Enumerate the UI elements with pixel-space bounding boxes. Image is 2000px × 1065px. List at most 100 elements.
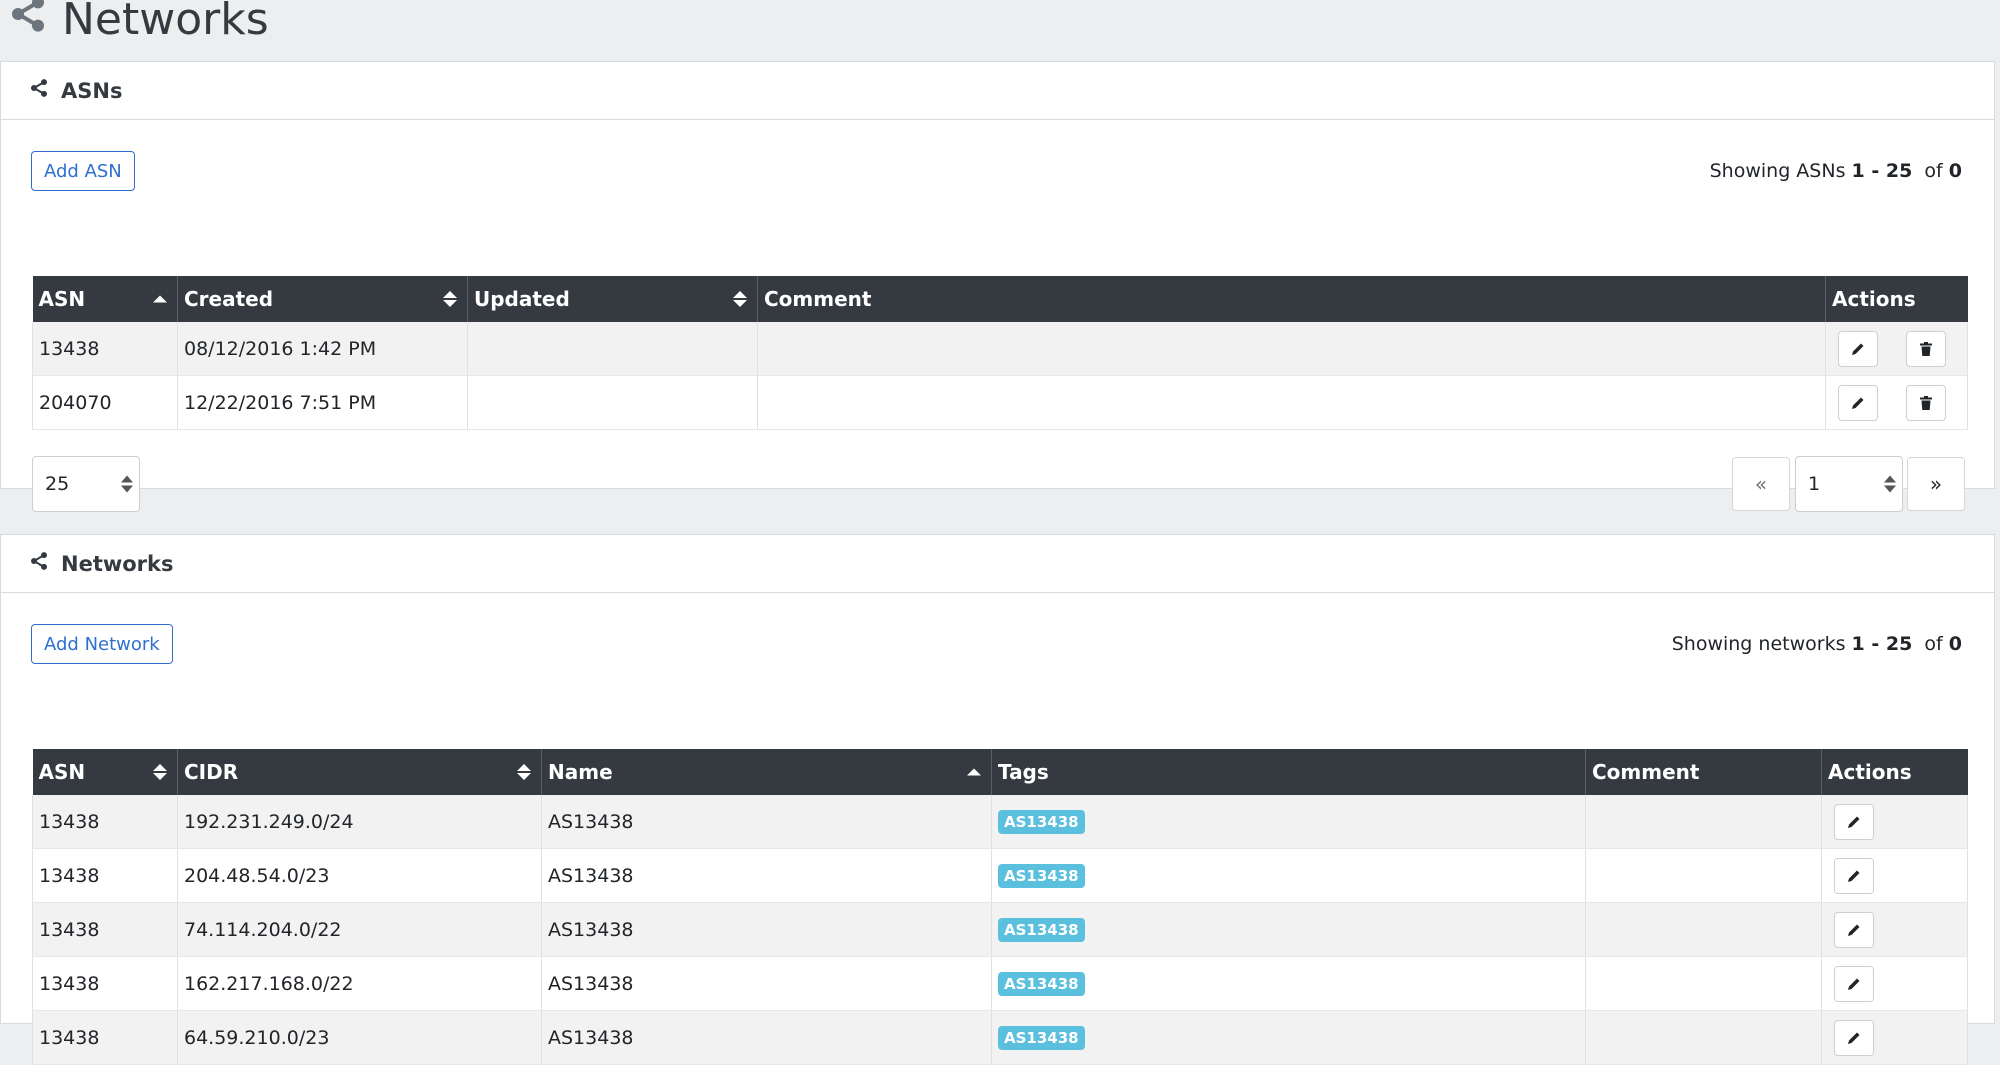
cell-updated xyxy=(467,375,758,430)
table-row: 13438 74.114.204.0/22 AS13438 AS13438 xyxy=(32,902,1968,957)
cell-comment xyxy=(1585,902,1822,957)
edit-button[interactable] xyxy=(1838,384,1878,421)
cell-comment xyxy=(1585,1010,1822,1065)
cell-comment xyxy=(1585,956,1822,1011)
cell-tags: AS13438 xyxy=(991,956,1586,1011)
edit-button[interactable] xyxy=(1834,965,1874,1002)
cell-cidr: 64.59.210.0/23 xyxy=(177,1010,542,1065)
cell-actions xyxy=(1821,956,1968,1011)
per-page-select[interactable]: 25 xyxy=(32,456,140,512)
asns-panel-title: ASNs xyxy=(61,78,123,103)
edit-button[interactable] xyxy=(1834,1019,1874,1056)
cell-tags: AS13438 xyxy=(991,1010,1586,1065)
cell-asn: 13438 xyxy=(32,322,178,376)
cell-actions xyxy=(1821,848,1968,903)
column-header-updated[interactable]: Updated xyxy=(467,276,758,322)
cell-asn: 13438 xyxy=(32,848,178,903)
column-header-actions: Actions xyxy=(1825,276,1968,322)
cell-tags: AS13438 xyxy=(991,795,1586,849)
cell-actions xyxy=(1825,375,1968,430)
page-number-select[interactable]: 1 xyxy=(1795,456,1903,512)
column-header-cidr[interactable]: CIDR xyxy=(177,749,542,795)
tag-badge[interactable]: AS13438 xyxy=(998,863,1085,888)
cell-cidr: 204.48.54.0/23 xyxy=(177,848,542,903)
tag-badge[interactable]: AS13438 xyxy=(998,1025,1085,1050)
table-row: 204070 12/22/2016 7:51 PM xyxy=(32,375,1968,430)
cell-name: AS13438 xyxy=(541,1010,992,1065)
cell-updated xyxy=(467,322,758,376)
cell-cidr: 162.217.168.0/22 xyxy=(177,956,542,1011)
edit-button[interactable] xyxy=(1834,857,1874,894)
sort-icon xyxy=(153,764,167,780)
tag-badge[interactable]: AS13438 xyxy=(998,971,1085,996)
cell-cidr: 74.114.204.0/22 xyxy=(177,902,542,957)
cell-asn: 13438 xyxy=(32,795,178,849)
sort-icon xyxy=(733,291,747,307)
cell-actions xyxy=(1821,902,1968,957)
next-page-button[interactable]: » xyxy=(1907,457,1965,511)
cell-asn: 204070 xyxy=(32,375,178,430)
networks-showing-count: Showing networks 1 - 25 of 0 xyxy=(1671,633,1962,655)
page-title-text: Networks xyxy=(62,0,269,45)
cell-comment xyxy=(757,375,1826,430)
column-header-asn[interactable]: ASN xyxy=(32,276,178,322)
cell-name: AS13438 xyxy=(541,956,992,1011)
table-row: 13438 08/12/2016 1:42 PM xyxy=(32,322,1968,376)
delete-button[interactable] xyxy=(1906,330,1947,367)
cell-actions xyxy=(1825,322,1968,376)
pencil-icon xyxy=(1852,343,1864,355)
table-row: 13438 204.48.54.0/23 AS13438 AS13438 xyxy=(32,848,1968,903)
pencil-icon xyxy=(1848,870,1860,882)
column-header-asn[interactable]: ASN xyxy=(32,749,178,795)
cell-actions xyxy=(1821,795,1968,849)
edit-button[interactable] xyxy=(1834,803,1874,840)
edit-button[interactable] xyxy=(1834,911,1874,948)
cell-name: AS13438 xyxy=(541,795,992,849)
asns-panel-header: ASNs xyxy=(1,62,1994,120)
sort-icon xyxy=(443,291,457,307)
networks-table: ASN CIDR Name Tags Comment Actions 13438… xyxy=(32,749,1968,1065)
cell-asn: 13438 xyxy=(32,902,178,957)
networks-panel: Networks Add Network Showing networks 1 … xyxy=(0,534,1995,1065)
column-header-created[interactable]: Created xyxy=(177,276,468,322)
add-asn-button[interactable]: Add ASN xyxy=(31,151,135,191)
pencil-icon xyxy=(1848,924,1860,936)
asns-showing-count: Showing ASNs 1 - 25 of 0 xyxy=(1709,160,1962,182)
column-header-actions: Actions xyxy=(1821,749,1968,795)
cell-tags: AS13438 xyxy=(991,848,1586,903)
edit-button[interactable] xyxy=(1838,330,1878,367)
pencil-icon xyxy=(1852,397,1864,409)
sort-asc-icon xyxy=(967,768,981,776)
pencil-icon xyxy=(1848,978,1860,990)
delete-button[interactable] xyxy=(1906,384,1947,421)
column-header-name[interactable]: Name xyxy=(541,749,992,795)
pencil-icon xyxy=(1848,1032,1860,1044)
cell-created: 12/22/2016 7:51 PM xyxy=(177,375,468,430)
table-row: 13438 162.217.168.0/22 AS13438 AS13438 xyxy=(32,956,1968,1011)
select-arrows-icon xyxy=(1884,475,1896,493)
tag-badge[interactable]: AS13438 xyxy=(998,809,1085,834)
cell-actions xyxy=(1821,1010,1968,1065)
add-network-button[interactable]: Add Network xyxy=(31,624,173,664)
cell-comment xyxy=(1585,848,1822,903)
cell-comment xyxy=(757,322,1826,376)
asns-total: 0 xyxy=(1948,160,1962,182)
prev-page-button[interactable]: « xyxy=(1732,457,1790,511)
share-icon xyxy=(8,0,48,45)
trash-icon xyxy=(1920,395,1933,410)
share-icon xyxy=(29,551,49,576)
asns-panel-body: Add ASN Showing ASNs 1 - 25 of 0 ASN Cre… xyxy=(1,120,1994,512)
cell-cidr: 192.231.249.0/24 xyxy=(177,795,542,849)
cell-tags: AS13438 xyxy=(991,902,1586,957)
tag-badge[interactable]: AS13438 xyxy=(998,917,1085,942)
column-header-tags: Tags xyxy=(991,749,1586,795)
select-arrows-icon xyxy=(121,475,133,493)
networks-panel-title: Networks xyxy=(61,551,174,576)
column-header-comment: Comment xyxy=(757,276,1826,322)
table-row: 13438 64.59.210.0/23 AS13438 AS13438 xyxy=(32,1010,1968,1065)
pencil-icon xyxy=(1848,816,1860,828)
networks-panel-body: Add Network Showing networks 1 - 25 of 0… xyxy=(1,593,1994,1065)
trash-icon xyxy=(1920,341,1933,356)
networks-total: 0 xyxy=(1948,633,1962,655)
asns-table: ASN Created Updated Comment Actions 1343… xyxy=(32,276,1968,430)
